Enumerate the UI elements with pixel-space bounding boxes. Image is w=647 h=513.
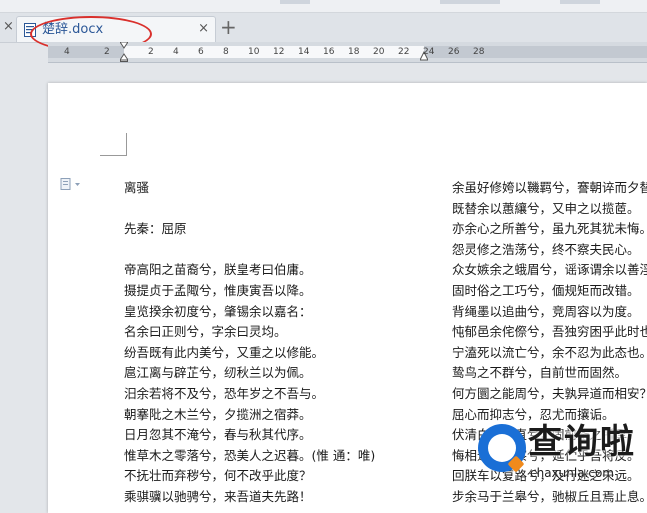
poem-line: 众女嫉余之蛾眉兮，谣诼谓余以善淫。 — [452, 262, 647, 278]
poem-column-left[interactable]: 离骚先秦：屈原帝高阳之苗裔兮，朕皇考曰伯庸。 摄提贞于孟陬兮，惟庚寅吾以降。 皇览揆… — [124, 178, 424, 508]
poem-line: 既替余以蕙纕兮，又申之以揽茝。 — [452, 200, 640, 216]
paragraph-layout-icon[interactable] — [60, 178, 82, 190]
ruler-label: 2 — [148, 47, 154, 57]
ruler-label: 2 — [104, 47, 110, 57]
toolbar-segment — [280, 0, 310, 4]
poem-line: 摄提贞于孟陬兮，惟庚寅吾以降。 — [124, 282, 312, 298]
watermark-domain: chaxunla.com — [530, 466, 614, 480]
ruler-label: 22 — [398, 47, 410, 57]
ruler-label: 28 — [473, 47, 485, 57]
poem-line: 日月忽其不淹兮，春与秋其代序。 — [124, 427, 312, 443]
poem-line: 余虽好修姱以鞿羁兮，謇朝谇而夕替。 — [452, 180, 647, 195]
ruler-label: 10 — [248, 47, 260, 57]
ruler-label: 26 — [448, 47, 460, 57]
poem-line: 亦余心之所善兮，虽九死其犹未悔。 — [452, 221, 647, 237]
poem-line: 帝高阳之苗裔兮，朕皇考曰伯庸。 — [124, 262, 312, 278]
poem-line: 扈江离与辟芷兮，纫秋兰以为佩。 — [124, 365, 312, 381]
poem-line: 忳郁邑余侘傺兮，吾独穷困乎此时也。 — [452, 324, 647, 340]
new-tab-button[interactable]: + — [220, 16, 237, 38]
ruler-label: 14 — [298, 47, 310, 57]
ruler-label: 12 — [273, 47, 285, 57]
poem-line: 不抚壮而弃秽兮，何不改乎此度？ — [124, 468, 312, 484]
ruler-left-margin — [48, 46, 124, 58]
poem-line: 鸷鸟之不群兮，自前世而固然。 — [452, 365, 628, 381]
tab-close-icon[interactable]: × — [198, 21, 209, 37]
poem-line: 背绳墨以追曲兮，竞周容以为度。 — [452, 303, 640, 319]
poem-line: 纷吾既有此内美兮，又重之以修能。 — [124, 344, 325, 360]
top-toolbar-strip — [0, 0, 647, 13]
watermark: 查询啦 chaxunla.com — [470, 418, 647, 505]
poem-line: 汨余若将不及兮，恐年岁之不吾与。 — [124, 385, 325, 401]
poem-line: 惟草木之零落兮，恐美人之迟暮。(惟 通：唯) — [124, 447, 376, 463]
poem-line: 固时俗之工巧兮，偭规矩而改错。 — [452, 282, 640, 298]
poem-line: 离骚 — [124, 180, 150, 195]
toolbar-segment — [440, 0, 500, 4]
close-previous-tab-icon[interactable]: × — [3, 19, 14, 35]
ruler-label: 16 — [323, 47, 335, 57]
horizontal-ruler[interactable]: 4 2 2 4 6 8 10 12 14 16 18 20 22 24 26 28 — [48, 42, 647, 63]
toolbar-segment — [560, 0, 600, 4]
poem-line: 何方圜之能周兮，夫孰异道而相安？ — [452, 385, 647, 401]
ruler-label: 4 — [64, 47, 70, 57]
ruler-label: 18 — [348, 47, 360, 57]
poem-line: 朝搴阰之木兰兮，夕揽洲之宿莽。 — [124, 406, 312, 422]
poem-line: 皇览揆余初度兮，肇锡余以嘉名： — [124, 303, 312, 319]
poem-line: 乘骐骥以驰骋兮，来吾道夫先路！ — [124, 488, 312, 504]
ruler-label: 6 — [198, 47, 204, 57]
poem-line: 怨灵修之浩荡兮，终不察夫民心。 — [452, 241, 640, 257]
ruler-label: 4 — [173, 47, 179, 57]
ruler-label: 24 — [423, 47, 435, 57]
ruler-label: 8 — [223, 47, 229, 57]
poem-line: 先秦：屈原 — [124, 221, 187, 237]
poem-line: 名余曰正则兮，字余曰灵均。 — [124, 324, 287, 340]
indent-marker-icon[interactable] — [120, 42, 128, 62]
watermark-brand: 查询啦 — [528, 422, 636, 462]
poem-line: 宁溘死以流亡兮，余不忍为此态也。 — [452, 344, 647, 360]
ruler-label: 20 — [373, 47, 385, 57]
